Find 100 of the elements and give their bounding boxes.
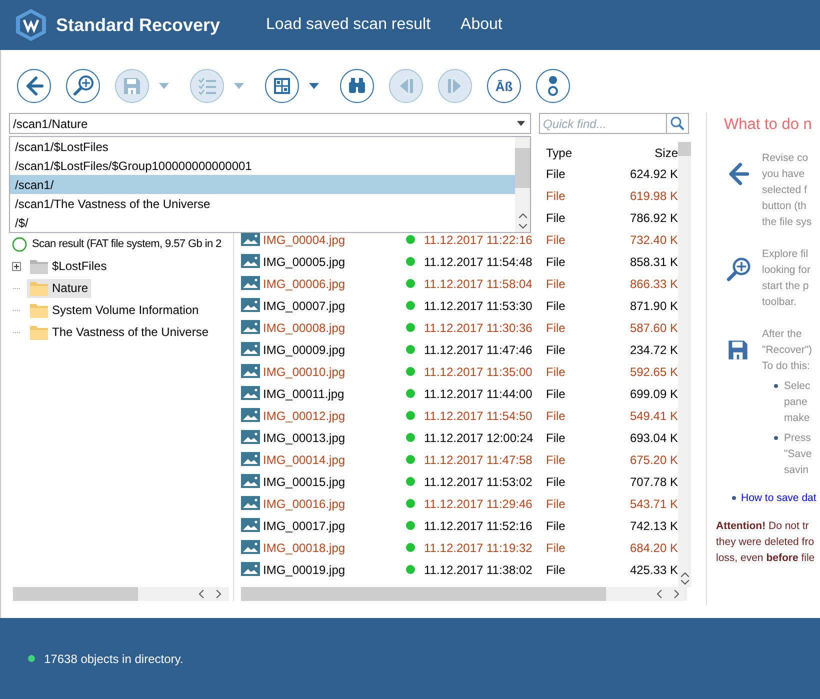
- size-cell: 425.33 K: [630, 563, 678, 577]
- dropdown-arrow-icon[interactable]: [517, 121, 525, 126]
- scroll-down-icon[interactable]: [518, 224, 526, 229]
- menu-item[interactable]: Load saved scan result: [266, 16, 431, 34]
- file-name[interactable]: IMG_00010.jpg: [263, 365, 346, 379]
- image-icon: [241, 276, 260, 290]
- tree-item[interactable]: Scan result (FAT file system, 9.57 Gb in 2: [32, 238, 222, 250]
- file-name[interactable]: IMG_00004.jpg: [263, 233, 346, 247]
- horizontal-scrollbar[interactable]: [13, 587, 229, 601]
- file-name[interactable]: IMG_00015.jpg: [263, 475, 346, 489]
- file-name[interactable]: IMG_00018.jpg: [263, 541, 346, 555]
- tree-item[interactable]: $LostFiles: [52, 259, 107, 273]
- image-icon: [241, 496, 260, 510]
- help-text: Selec pane make: [784, 379, 810, 426]
- date-cell: 11.12.2017 11:35:00: [424, 365, 532, 379]
- size-cell: 866.33 K: [630, 277, 678, 291]
- explore-icon: [724, 256, 752, 284]
- expand-icon[interactable]: [12, 262, 21, 270]
- file-name[interactable]: IMG_00016.jpg: [263, 497, 346, 511]
- vertical-scrollbar[interactable]: [515, 137, 530, 232]
- column-header[interactable]: Size: [606, 146, 678, 160]
- type-cell: File: [546, 497, 566, 511]
- file-name[interactable]: IMG_00005.jpg: [263, 255, 346, 269]
- caret-icon[interactable]: [309, 83, 319, 89]
- vertical-scrollbar[interactable]: [678, 142, 691, 587]
- file-name[interactable]: IMG_00012.jpg: [263, 409, 346, 423]
- date-cell: 11.12.2017 11:44:00: [424, 387, 532, 401]
- scroll-right-icon[interactable]: [674, 590, 679, 598]
- scrollbar-thumb[interactable]: [241, 587, 606, 601]
- toolbar-button[interactable]: Āß: [487, 69, 521, 103]
- scroll-up-icon[interactable]: [518, 213, 526, 218]
- path-combobox[interactable]: /scan1/Nature: [9, 113, 531, 134]
- image-icon: [241, 386, 260, 400]
- scroll-right-icon[interactable]: [216, 590, 221, 598]
- date-cell: 11.12.2017 11:53:02: [424, 475, 532, 489]
- date-cell: 11.12.2017 11:38:02: [424, 563, 532, 577]
- scroll-left-icon[interactable]: [657, 590, 662, 598]
- scroll-down-icon[interactable]: [680, 580, 688, 585]
- size-cell: 699.09 K: [630, 387, 678, 401]
- type-cell: File: [546, 255, 566, 269]
- type-cell: File: [546, 387, 566, 401]
- date-cell: 11.12.2017 11:47:46: [424, 343, 532, 357]
- status-dot: [406, 477, 415, 486]
- toolbar-button[interactable]: [17, 69, 51, 103]
- path-value: /scan1/Nature: [13, 116, 89, 130]
- dropdown-option[interactable]: /scan1/: [10, 175, 515, 194]
- logo-icon: [14, 8, 48, 42]
- help-text: Revise co you have selected f button (th the file sys: [762, 151, 812, 230]
- help-text: After the "Recover") To do this:: [762, 327, 812, 374]
- scrollbar-thumb[interactable]: [678, 142, 691, 156]
- type-cell: File: [546, 431, 566, 445]
- status-dot: [406, 499, 415, 508]
- folder-icon: [30, 302, 48, 318]
- menu-item[interactable]: About: [460, 16, 502, 34]
- size-cell: 624.92 K: [630, 167, 678, 181]
- file-name[interactable]: IMG_00014.jpg: [263, 453, 346, 467]
- tree-item[interactable]: The Vastness of the Universe: [52, 325, 209, 339]
- scrollbar-thumb[interactable]: [515, 148, 530, 188]
- toolbar-button[interactable]: [66, 69, 100, 103]
- image-icon: [241, 452, 260, 466]
- type-cell: File: [546, 189, 566, 203]
- bullet-icon: [774, 384, 778, 388]
- file-name[interactable]: IMG_00006.jpg: [263, 277, 346, 291]
- file-name[interactable]: IMG_00013.jpg: [263, 431, 346, 445]
- date-cell: 11.12.2017 11:54:50: [424, 409, 532, 423]
- image-icon: [241, 540, 260, 554]
- file-name[interactable]: IMG_00019.jpg: [263, 563, 346, 577]
- dropdown-option[interactable]: /scan1/$LostFiles/$Group100000000000001: [10, 156, 515, 175]
- size-cell: 693.04 K: [630, 431, 678, 445]
- file-name[interactable]: IMG_00009.jpg: [263, 343, 346, 357]
- toolbar-button[interactable]: [340, 69, 374, 103]
- scrollbar-thumb[interactable]: [13, 587, 138, 601]
- scroll-left-icon[interactable]: [199, 590, 204, 598]
- date-cell: 11.12.2017 11:47:58: [424, 453, 532, 467]
- search-button[interactable]: [666, 113, 689, 134]
- column-header[interactable]: Type: [546, 146, 606, 160]
- quick-find-field[interactable]: Quick find...: [539, 113, 666, 134]
- dropdown-option[interactable]: /scan1/The Vastness of the Universe: [10, 194, 515, 213]
- file-name[interactable]: IMG_00008.jpg: [263, 321, 346, 335]
- type-cell: File: [546, 211, 566, 225]
- file-name[interactable]: IMG_00011.jpg: [263, 387, 344, 401]
- horizontal-scrollbar[interactable]: [241, 587, 687, 601]
- toolbar-button[interactable]: [536, 69, 570, 103]
- help-link[interactable]: How to save dat: [741, 492, 816, 504]
- tree-item[interactable]: System Volume Information: [52, 303, 199, 317]
- size-cell: 858.31 K: [630, 255, 678, 269]
- size-cell: 543.71 K: [630, 497, 678, 511]
- type-cell: File: [546, 365, 566, 379]
- file-name[interactable]: IMG_00007.jpg: [263, 299, 346, 313]
- toolbar-button[interactable]: [265, 69, 299, 103]
- search-icon: [670, 116, 685, 131]
- status-dot: [406, 565, 415, 574]
- status-dot: [28, 655, 35, 662]
- size-cell: 684.20 K: [630, 541, 678, 555]
- scroll-up-icon[interactable]: [680, 572, 688, 577]
- dropdown-option[interactable]: /$/: [10, 213, 515, 232]
- file-name[interactable]: IMG_00017.jpg: [263, 519, 346, 533]
- type-cell: File: [546, 409, 566, 423]
- type-cell: File: [546, 299, 566, 313]
- dropdown-option[interactable]: /scan1/$LostFiles: [10, 137, 515, 156]
